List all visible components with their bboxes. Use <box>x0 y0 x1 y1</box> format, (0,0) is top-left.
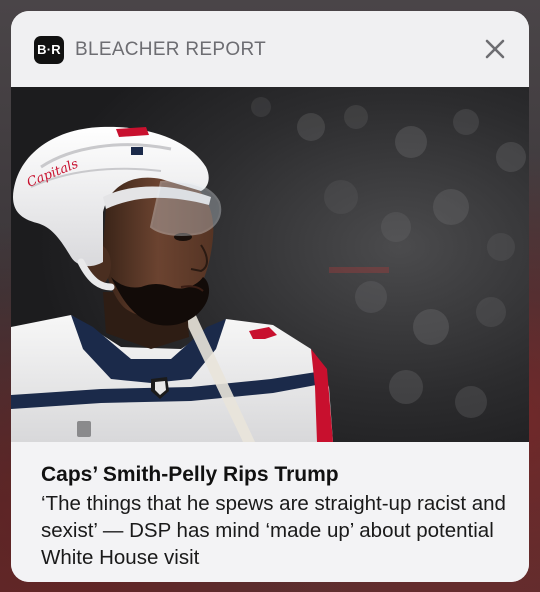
notification-content: Caps’ Smith-Pelly Rips Trump ‘The things… <box>11 442 529 582</box>
bleacher-report-app-icon: B·R <box>34 36 64 64</box>
notification-header: B·R BLEACHER REPORT <box>11 11 529 87</box>
close-button[interactable] <box>475 29 515 69</box>
notification-body: ‘The things that he spews are straight-u… <box>41 492 506 569</box>
hockey-player-photo: Capitals <box>11 87 529 442</box>
article-photo[interactable]: Capitals <box>11 87 529 442</box>
notification-title: Caps’ Smith-Pelly Rips Trump <box>41 463 339 486</box>
close-icon <box>485 39 505 59</box>
notification-card[interactable]: B·R BLEACHER REPORT Capitals Caps’ Smith… <box>11 11 529 582</box>
app-name-label: BLEACHER REPORT <box>75 39 267 60</box>
